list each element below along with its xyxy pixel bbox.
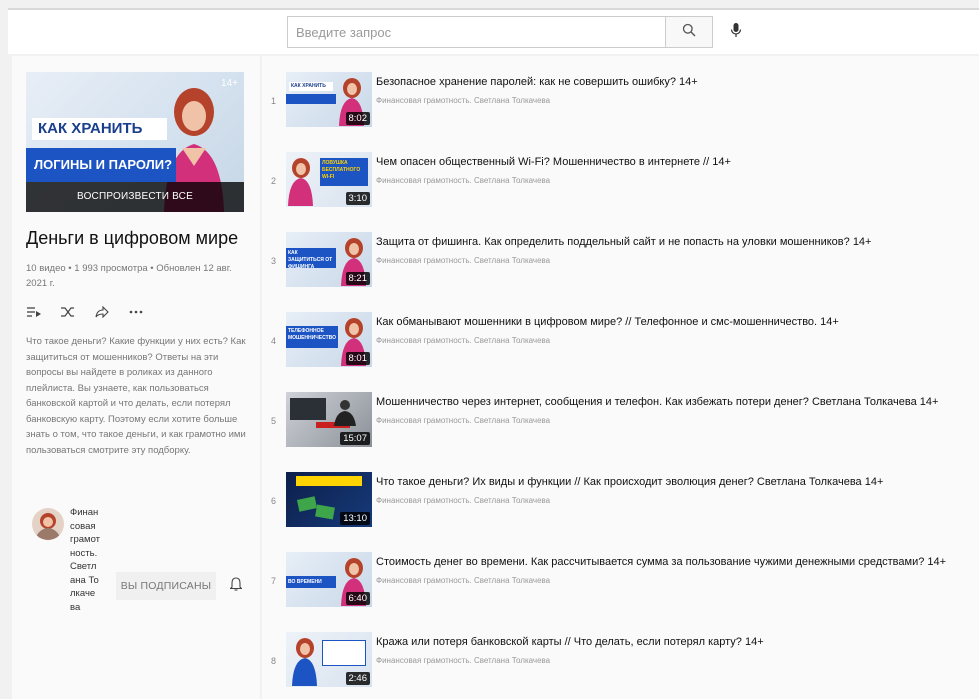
top-bar — [8, 8, 979, 54]
video-thumbnail[interactable]: 2:46 — [286, 632, 372, 687]
thumb-text: ТЕЛЕФОННОЕ МОШЕННИЧЕСТВО — [286, 326, 338, 348]
voice-search-button[interactable] — [724, 20, 748, 44]
list-item[interactable]: 6 13:10 Что такое деньги? Их виды и функ… — [262, 462, 979, 544]
list-item[interactable]: 4 ТЕЛЕФОННОЕ МОШЕННИЧЕСТВО 8:01 Как обма… — [262, 302, 979, 384]
list-item[interactable]: 5 15:07 Мошенничество через интернет, со… — [262, 382, 979, 464]
share-icon[interactable] — [94, 304, 110, 320]
video-duration: 15:07 — [340, 432, 370, 445]
video-title[interactable]: Мошенничество через интернет, сообщения … — [376, 396, 976, 408]
thumb-text: КАК ЗАЩИТИТЬСЯ ОТ ФИШИНГА — [286, 248, 336, 270]
thumb-text: КАК ХРАНИТЬ — [289, 82, 333, 91]
search-box — [287, 16, 713, 48]
money-image — [296, 496, 318, 512]
notification-bell-button[interactable] — [226, 576, 246, 596]
presenter-image — [288, 158, 313, 206]
search-button[interactable] — [665, 16, 713, 48]
list-item[interactable]: 3 КАК ЗАЩИТИТЬСЯ ОТ ФИШИНГА 8:21 Защита … — [262, 222, 979, 304]
list-item[interactable]: 8 2:46 Кража или потеря банковской карты… — [262, 622, 979, 699]
owner-name[interactable]: Финансовая грамотность. Светлана Толкаче… — [70, 506, 100, 614]
video-thumbnail[interactable]: КАК ЗАЩИТИТЬСЯ ОТ ФИШИНГА 8:21 — [286, 232, 372, 287]
video-title[interactable]: Безопасное хранение паролей: как не сове… — [376, 76, 976, 88]
video-title[interactable]: Стоимость денег во времени. Как рассчиты… — [376, 556, 976, 568]
video-thumbnail[interactable]: 13:10 — [286, 472, 372, 527]
video-index: 4 — [271, 336, 277, 346]
subscribed-button[interactable]: ВЫ ПОДПИСАНЫ — [116, 572, 216, 600]
thumb-text: ВО ВРЕМЕНИ — [286, 576, 336, 588]
video-title[interactable]: Что такое деньги? Их виды и функции // К… — [376, 476, 976, 488]
channel-name[interactable]: Финансовая грамотность. Светлана Толкаче… — [376, 96, 550, 105]
video-index: 7 — [271, 576, 277, 586]
microphone-icon — [730, 22, 742, 43]
play-all-button[interactable]: ВОСПРОИЗВЕСТИ ВСЕ — [26, 182, 244, 212]
channel-name[interactable]: Финансовая грамотность. Светлана Толкаче… — [376, 336, 550, 345]
playlist-thumbnail[interactable]: 14+ КАК ХРАНИТЬ ЛОГИНЫ И ПАРОЛИ? ВОСПРОИ… — [26, 72, 244, 212]
list-item[interactable]: 1 КАК ХРАНИТЬ 8:02 Безопасное хранение п… — [262, 62, 979, 144]
video-index: 1 — [271, 96, 277, 106]
video-title[interactable]: Защита от фишинга. Как определить поддел… — [376, 236, 976, 248]
video-duration: 3:10 — [345, 192, 370, 205]
video-thumbnail[interactable]: 15:07 — [286, 392, 372, 447]
playlist-title: Деньги в цифровом мире — [26, 228, 239, 248]
search-icon — [682, 23, 696, 42]
add-to-queue-icon[interactable] — [26, 304, 42, 320]
playlist-sidebar: 14+ КАК ХРАНИТЬ ЛОГИНЫ И ПАРОЛИ? ВОСПРОИ… — [12, 56, 260, 699]
avatar[interactable] — [32, 508, 64, 540]
video-duration: 6:40 — [345, 592, 370, 605]
thumb-banner — [286, 94, 336, 104]
bell-icon — [229, 576, 243, 596]
thumb-banner — [296, 476, 362, 486]
search-input[interactable] — [287, 16, 665, 48]
video-thumbnail[interactable]: ЛОВУШКА БЕСПЛАТНОГО WI-FI 3:10 — [286, 152, 372, 207]
channel-name[interactable]: Финансовая грамотность. Светлана Толкаче… — [376, 416, 550, 425]
channel-name[interactable]: Финансовая грамотность. Светлана Толкаче… — [376, 176, 550, 185]
presenter-image — [292, 638, 317, 686]
thumb-title-line-1: КАК ХРАНИТЬ — [32, 118, 167, 140]
thumb-scene — [290, 398, 326, 420]
video-duration: 13:10 — [340, 512, 370, 525]
channel-name[interactable]: Финансовая грамотность. Светлана Толкаче… — [376, 496, 550, 505]
video-thumbnail[interactable]: КАК ХРАНИТЬ 8:02 — [286, 72, 372, 127]
list-item[interactable]: 7 ВО ВРЕМЕНИ 6:40 Стоимость денег во вре… — [262, 542, 979, 624]
channel-name[interactable]: Финансовая грамотность. Светлана Толкаче… — [376, 576, 550, 585]
video-thumbnail[interactable]: ВО ВРЕМЕНИ 6:40 — [286, 552, 372, 607]
playlist-stats: 10 видео • 1 993 просмотра • Обновлен 12… — [26, 263, 232, 289]
video-index: 8 — [271, 656, 277, 666]
more-icon[interactable] — [128, 304, 144, 320]
video-duration: 8:02 — [345, 112, 370, 125]
video-title[interactable]: Кража или потеря банковской карты // Что… — [376, 636, 976, 648]
video-thumbnail[interactable]: ТЕЛЕФОННОЕ МОШЕННИЧЕСТВО 8:01 — [286, 312, 372, 367]
video-title[interactable]: Чем опасен общественный Wi-Fi? Мошенниче… — [376, 156, 976, 168]
video-title[interactable]: Как обманывают мошенники в цифровом мире… — [376, 316, 976, 328]
person-image — [334, 400, 356, 426]
money-image — [315, 504, 335, 520]
video-duration: 8:21 — [345, 272, 370, 285]
playlist-video-list: 1 КАК ХРАНИТЬ 8:02 Безопасное хранение п… — [262, 56, 979, 699]
thumb-banner — [322, 640, 366, 666]
playlist-actions — [26, 304, 144, 320]
thumb-title-line-2: ЛОГИНЫ И ПАРОЛИ? — [26, 148, 176, 182]
video-duration: 8:01 — [345, 352, 370, 365]
thumb-text: ЛОВУШКА БЕСПЛАТНОГО WI-FI — [320, 158, 368, 186]
channel-name[interactable]: Финансовая грамотность. Светлана Толкаче… — [376, 656, 550, 665]
video-duration: 2:46 — [345, 672, 370, 685]
shuffle-icon[interactable] — [60, 304, 76, 320]
video-index: 3 — [271, 256, 277, 266]
list-item[interactable]: 2 ЛОВУШКА БЕСПЛАТНОГО WI-FI 3:10 Чем опа… — [262, 142, 979, 224]
video-index: 5 — [271, 416, 277, 426]
video-index: 2 — [271, 176, 277, 186]
playlist-description: Что такое деньги? Какие функции у них ес… — [26, 336, 246, 456]
channel-name[interactable]: Финансовая грамотность. Светлана Толкаче… — [376, 256, 550, 265]
video-index: 6 — [271, 496, 277, 506]
